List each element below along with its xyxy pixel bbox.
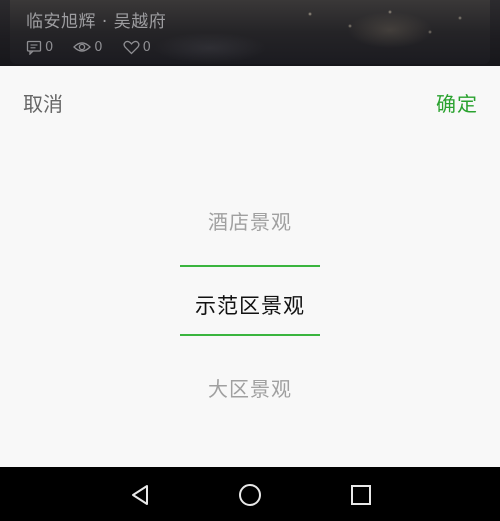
- like-count: 0: [142, 39, 151, 55]
- option-wheel-picker[interactable]: 酒店景观 示范区景观 大区景观: [0, 186, 500, 406]
- eye-icon: [73, 42, 92, 52]
- system-navigation-bar: [0, 467, 500, 521]
- night-lights-decoration: [290, 4, 480, 54]
- like-stat: 0: [123, 40, 151, 55]
- comment-stat: 0: [26, 40, 53, 55]
- back-button[interactable]: [128, 483, 152, 507]
- recent-apps-icon: [351, 485, 371, 505]
- comment-icon: [26, 40, 42, 55]
- view-stat: 0: [73, 39, 103, 55]
- picker-option[interactable]: 大区景观: [0, 373, 500, 402]
- confirm-button[interactable]: 确定: [436, 88, 478, 117]
- picker-option-selected[interactable]: 示范区景观: [0, 290, 500, 320]
- heart-icon: [123, 40, 140, 54]
- recent-apps-button[interactable]: [349, 483, 373, 507]
- view-count: 0: [94, 39, 103, 55]
- selection-indicator-bottom: [180, 334, 320, 336]
- sheet-header: 取消 确定: [0, 66, 500, 136]
- back-icon: [132, 485, 148, 505]
- post-stats: 0 0 0: [26, 39, 171, 55]
- comment-count: 0: [45, 39, 54, 55]
- screen: 临安旭辉 · 吴越府 0 0 0 取消 确定 酒店景观 示范区景观 大区景观: [0, 0, 500, 521]
- background-post-card: 临安旭辉 · 吴越府 0 0 0: [0, 0, 500, 66]
- picker-sheet: 取消 确定 酒店景观 示范区景观 大区景观: [0, 66, 500, 467]
- home-icon: [239, 484, 261, 506]
- post-title: 临安旭辉 · 吴越府: [26, 12, 167, 32]
- picker-option[interactable]: 酒店景观: [0, 206, 500, 235]
- home-button[interactable]: [238, 483, 262, 507]
- selection-indicator-top: [180, 265, 320, 267]
- cancel-button[interactable]: 取消: [23, 88, 63, 117]
